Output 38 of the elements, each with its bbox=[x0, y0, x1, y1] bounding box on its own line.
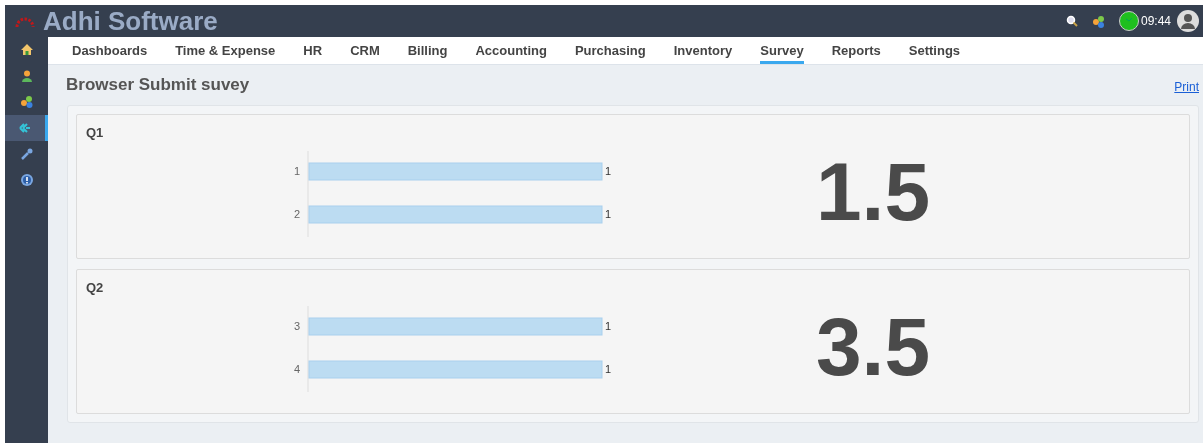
clock-time: 09:44 bbox=[1140, 13, 1171, 30]
avatar-icon[interactable] bbox=[1177, 10, 1199, 32]
user-icon bbox=[19, 69, 34, 83]
search-icon[interactable] bbox=[1065, 15, 1078, 27]
wrench-icon bbox=[19, 147, 34, 161]
nav-tab[interactable]: Purchasing bbox=[574, 37, 646, 64]
nav-tab[interactable]: Billing bbox=[407, 37, 448, 64]
category-label: 3 bbox=[293, 320, 300, 332]
category-label: 4 bbox=[293, 363, 300, 375]
nav-tab[interactable]: CRM bbox=[350, 37, 380, 64]
nav-tab[interactable]: Reports bbox=[831, 37, 881, 64]
print-link[interactable]: Print bbox=[1174, 78, 1199, 96]
page-title: Browser Submit suvey bbox=[66, 74, 250, 97]
clock-icon[interactable] bbox=[1118, 11, 1139, 31]
category-label: 2 bbox=[293, 208, 300, 220]
nav-tab[interactable]: Survey bbox=[760, 37, 804, 64]
value-label: 1 bbox=[605, 363, 612, 375]
nav-tab[interactable]: Inventory bbox=[673, 37, 733, 64]
circles-icon[interactable] bbox=[1091, 14, 1105, 28]
nav-tab[interactable]: Settings bbox=[908, 37, 961, 64]
home-icon bbox=[19, 43, 34, 57]
app-title: Adhi Software bbox=[43, 8, 218, 34]
value-label: 1 bbox=[605, 208, 612, 220]
average-score: 3.5 bbox=[816, 305, 930, 388]
category-label: 1 bbox=[293, 165, 300, 177]
nav-tab[interactable]: Time & Expense bbox=[175, 37, 276, 64]
nav-tab[interactable]: HR bbox=[303, 37, 323, 64]
sidebar-item[interactable] bbox=[5, 115, 48, 141]
circles-icon bbox=[19, 95, 34, 109]
value-label: 1 bbox=[605, 320, 612, 332]
question-title: Q1 bbox=[86, 124, 104, 142]
help-icon bbox=[19, 173, 34, 187]
nav-tab[interactable]: Accounting bbox=[475, 37, 547, 64]
survey-icon bbox=[18, 121, 32, 135]
value-label: 1 bbox=[605, 165, 612, 177]
question-title: Q2 bbox=[86, 279, 104, 297]
nav-tab[interactable]: Dashboards bbox=[72, 37, 148, 64]
average-score: 1.5 bbox=[816, 150, 930, 233]
